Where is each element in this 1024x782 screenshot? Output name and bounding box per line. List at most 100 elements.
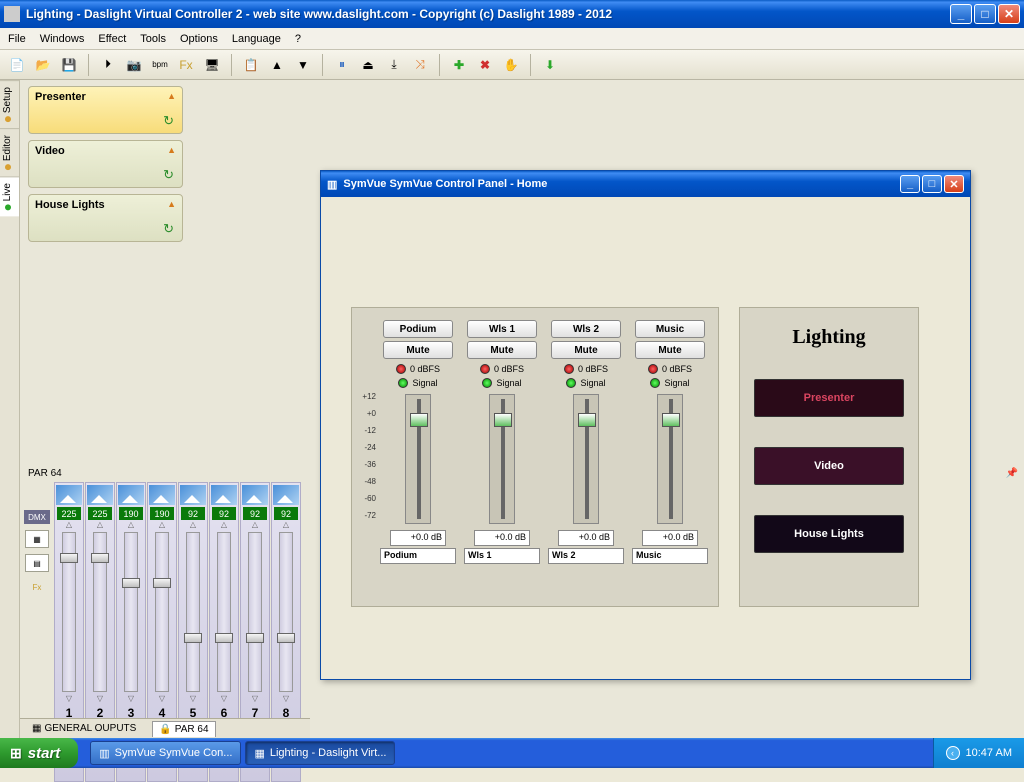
channel-name-button[interactable]: Wls 1 (467, 320, 537, 338)
start-button[interactable]: start (0, 738, 78, 768)
page-icon[interactable]: 📋 (240, 54, 262, 76)
bpm-icon[interactable]: bpm (149, 54, 171, 76)
minimize-button[interactable]: _ (950, 4, 972, 24)
close-button[interactable]: ✕ (998, 4, 1020, 24)
mute-button[interactable]: Mute (635, 341, 705, 359)
mixer-channel-music: Music Mute 0 dBFS Signal +0.0 dB Music (628, 320, 712, 594)
channel-name-button[interactable]: Music (635, 320, 705, 338)
pause-icon[interactable]: ⏸ (331, 54, 353, 76)
menu-effect[interactable]: Effect (98, 33, 126, 45)
fx-tool-icon[interactable]: Fx (25, 578, 49, 596)
taskbar: start ▥SymVue SymVue Con... ▦Lighting - … (0, 738, 1024, 768)
scene-list: Presenter ▲ ↻ Video ▲ ↻ House Lights ▲ ↻ (28, 86, 183, 248)
symvue-maximize[interactable]: □ (922, 175, 942, 193)
channel-fader[interactable] (62, 532, 76, 692)
clip-led (648, 364, 658, 374)
menu-file[interactable]: File (8, 33, 26, 45)
symvue-icon: ▥ (327, 178, 337, 191)
fx-icon[interactable]: Fx (175, 54, 197, 76)
system-tray[interactable]: ‹ 10:47 AM (933, 738, 1024, 768)
symvue-window: ▥ SymVue SymVue Control Panel - Home _ □… (320, 170, 971, 680)
channel-label: Wls 2 (548, 548, 624, 564)
symvue-titlebar[interactable]: ▥ SymVue SymVue Control Panel - Home _ □… (321, 171, 970, 197)
pin-icon[interactable]: 📌 (1006, 468, 1018, 479)
scene-presenter[interactable]: Presenter ▲ ↻ (28, 86, 183, 134)
open-icon[interactable]: 📂 (32, 54, 54, 76)
mute-button[interactable]: Mute (467, 341, 537, 359)
channel-fader[interactable] (155, 532, 169, 692)
mixer-fader[interactable] (489, 394, 515, 524)
channel-fader[interactable] (279, 532, 293, 692)
menu-options[interactable]: Options (180, 33, 218, 45)
mixer-fader[interactable] (405, 394, 431, 524)
new-icon[interactable]: 📄 (6, 54, 28, 76)
mute-button[interactable]: Mute (383, 341, 453, 359)
clock: 10:47 AM (966, 747, 1012, 759)
content-area: Presenter ▲ ↻ Video ▲ ↻ House Lights ▲ ↻… (20, 80, 1024, 738)
lighting-title: Lighting (792, 326, 865, 349)
scene-house-lights[interactable]: House Lights ▲ ↻ (28, 194, 183, 242)
monitor-icon[interactable]: 🖥 (201, 54, 223, 76)
sidetab-live[interactable]: Live (0, 176, 19, 216)
play-icon[interactable]: ⏵ (97, 54, 119, 76)
channel-name-button[interactable]: Wls 2 (551, 320, 621, 338)
menu-windows[interactable]: Windows (40, 33, 85, 45)
refresh-icon[interactable]: ↻ (163, 221, 174, 237)
channel-thumb (180, 485, 206, 505)
channel-fader[interactable] (186, 532, 200, 692)
channel-fader[interactable] (248, 532, 262, 692)
lighting-panel: Lighting Presenter Video House Lights (739, 307, 919, 607)
signal-led (650, 378, 660, 388)
bottom-tabs: ▦GENERAL OUPUTS 🔒PAR 64 (20, 718, 310, 738)
lighting-presenter-button[interactable]: Presenter (754, 379, 904, 417)
taskbar-symvue[interactable]: ▥SymVue SymVue Con... (90, 741, 241, 765)
maximize-button[interactable]: □ (974, 4, 996, 24)
mute-button[interactable]: Mute (551, 341, 621, 359)
lighting-video-button[interactable]: Video (754, 447, 904, 485)
mixer-panel: +12+0-12-24-36-48-60-72 Podium Mute 0 dB… (351, 307, 719, 607)
refresh-icon[interactable]: ↻ (163, 113, 174, 129)
chtool-2[interactable]: ▤ (25, 554, 49, 572)
clip-led (564, 364, 574, 374)
eject-down-icon[interactable]: ⤓ (383, 54, 405, 76)
symvue-close[interactable]: ✕ (944, 175, 964, 193)
taskbar-daslight[interactable]: ▦Lighting - Daslight Virt... (245, 741, 395, 765)
up-icon[interactable]: ▲ (266, 54, 288, 76)
window-controls: _ □ ✕ (950, 4, 1020, 24)
menu-tools[interactable]: Tools (140, 33, 166, 45)
channel-fader[interactable] (124, 532, 138, 692)
channel-thumb (87, 485, 113, 505)
menu-language[interactable]: Language (232, 33, 281, 45)
shuffle-icon[interactable]: ⤨ (409, 54, 431, 76)
save-icon[interactable]: 💾 (58, 54, 80, 76)
tray-expand-icon[interactable]: ‹ (946, 746, 960, 760)
channel-name-button[interactable]: Podium (383, 320, 453, 338)
symvue-minimize[interactable]: _ (900, 175, 920, 193)
btab-par64[interactable]: 🔒PAR 64 (152, 721, 215, 737)
menu-help[interactable]: ? (295, 33, 301, 45)
signal-led (398, 378, 408, 388)
hand-icon[interactable]: ✋ (500, 54, 522, 76)
mixer-fader[interactable] (573, 394, 599, 524)
camera-icon[interactable]: 📷 (123, 54, 145, 76)
down-icon[interactable]: ▼ (292, 54, 314, 76)
channel-fader[interactable] (217, 532, 231, 692)
add-icon[interactable]: ✚ (448, 54, 470, 76)
mixer-channel-wls-1: Wls 1 Mute 0 dBFS Signal +0.0 dB Wls 1 (460, 320, 544, 594)
scene-video[interactable]: Video ▲ ↻ (28, 140, 183, 188)
sidetab-setup[interactable]: Setup (0, 80, 19, 128)
channel-thumb (242, 485, 268, 505)
sidetab-editor[interactable]: Editor (0, 128, 19, 176)
chtool-1[interactable]: ▦ (25, 530, 49, 548)
channel-value: 190 (150, 507, 174, 520)
lighting-house-button[interactable]: House Lights (754, 515, 904, 553)
channel-fader[interactable] (93, 532, 107, 692)
btab-general[interactable]: ▦GENERAL OUPUTS (26, 721, 142, 736)
eject-up-icon[interactable]: ⏏ (357, 54, 379, 76)
channel-thumb (56, 485, 82, 505)
download-icon[interactable]: ⬇ (539, 54, 561, 76)
mixer-fader[interactable] (657, 394, 683, 524)
refresh-icon[interactable]: ↻ (163, 167, 174, 183)
channel-label: Podium (380, 548, 456, 564)
delete-icon[interactable]: ✖ (474, 54, 496, 76)
